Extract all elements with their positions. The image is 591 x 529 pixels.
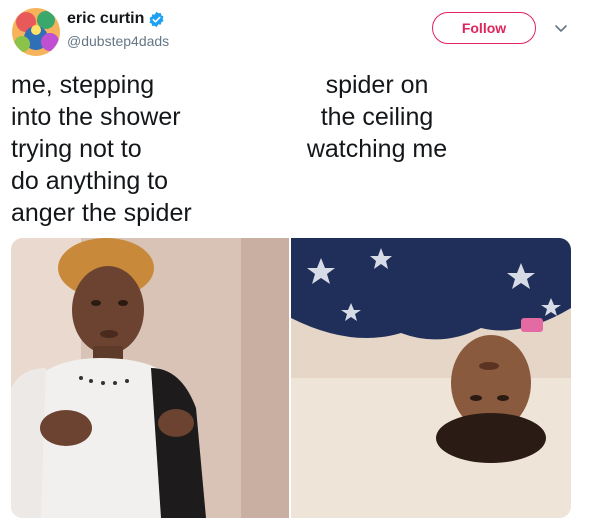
follow-button[interactable]: Follow <box>432 12 536 44</box>
photo-person-shower[interactable] <box>11 238 289 518</box>
chevron-down-icon[interactable] <box>553 20 569 36</box>
user-handle[interactable]: @dubstep4dads <box>67 33 169 49</box>
display-name-text: eric curtin <box>67 10 145 27</box>
verified-badge-icon <box>148 11 165 28</box>
user-display-name[interactable]: eric curtin <box>67 10 165 28</box>
caption-right: spider on the ceiling watching me <box>306 71 448 163</box>
photo-upside-down-spider[interactable] <box>291 238 571 518</box>
caption-left: me, stepping into the shower trying not … <box>11 71 192 227</box>
avatar[interactable] <box>12 8 60 56</box>
tweet-media[interactable] <box>11 238 571 518</box>
